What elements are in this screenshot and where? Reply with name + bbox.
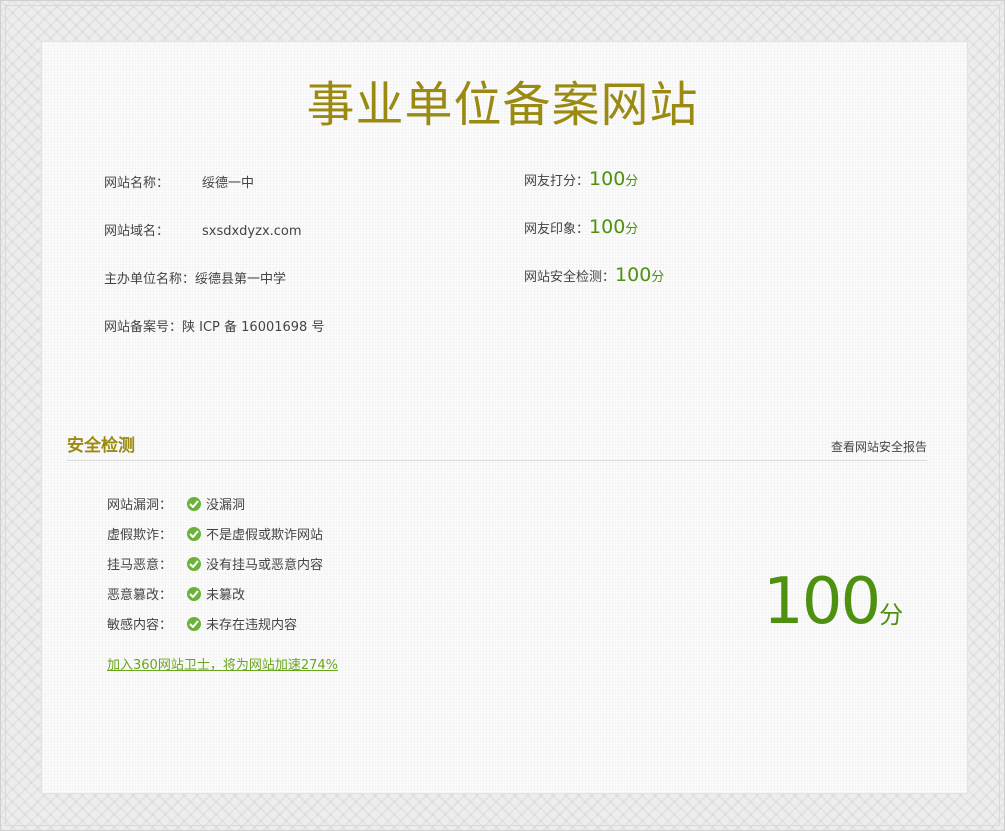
organizer-label: 主办单位名称： bbox=[104, 272, 196, 287]
user-impression-value: 100 bbox=[589, 216, 626, 238]
check-label: 网站漏洞： bbox=[107, 498, 173, 513]
check-value: 没有挂马或恶意内容 bbox=[206, 558, 324, 573]
user-rating-label: 网友打分： bbox=[524, 174, 590, 189]
total-score-value: 100 bbox=[763, 565, 881, 639]
security-check-label: 网站安全检测： bbox=[524, 270, 616, 285]
check-vulnerability-row: 网站漏洞： 没漏洞 bbox=[107, 493, 323, 523]
total-score: 100分 bbox=[763, 562, 903, 642]
check-circle-icon bbox=[187, 587, 201, 601]
security-check-row: 网站安全检测：100分 bbox=[524, 262, 664, 308]
site-domain-label: 网站域名： bbox=[104, 224, 170, 239]
security-check-unit: 分 bbox=[651, 270, 665, 285]
site-domain-value: sxsdxdyzx.com bbox=[202, 224, 302, 239]
certificate-panel bbox=[41, 41, 968, 794]
security-section-title: 安全检测 bbox=[67, 436, 135, 456]
security-check-list: 网站漏洞： 没漏洞 虚假欺诈： 不是虚假或欺诈网站 挂马恶意： 没有挂马或恶意内容 恶… bbox=[107, 493, 323, 643]
site-name-label: 网站名称： bbox=[104, 176, 170, 191]
site-domain-row: 网站域名： sxsdxdyzx.com bbox=[104, 220, 324, 268]
user-rating-value: 100 bbox=[589, 168, 626, 190]
check-malware-row: 挂马恶意： 没有挂马或恶意内容 bbox=[107, 553, 323, 583]
site-name-value: 绥德一中 bbox=[202, 176, 255, 191]
check-fraud-row: 虚假欺诈： 不是虚假或欺诈网站 bbox=[107, 523, 323, 553]
organizer-row: 主办单位名称：绥德县第一中学 bbox=[104, 268, 324, 316]
check-value: 没漏洞 bbox=[206, 498, 246, 513]
site-name-row: 网站名称： 绥德一中 bbox=[104, 172, 324, 220]
check-circle-icon bbox=[187, 557, 201, 571]
icp-value: 陕 ICP 备 16001698 号 bbox=[182, 320, 325, 335]
check-circle-icon bbox=[187, 617, 201, 631]
security-section-header: 安全检测 查看网站安全报告 bbox=[67, 434, 927, 461]
user-impression-label: 网友印象： bbox=[524, 222, 590, 237]
total-score-unit: 分 bbox=[879, 601, 904, 629]
site-info-list: 网站名称： 绥德一中 网站域名： sxsdxdyzx.com 主办单位名称：绥德县第… bbox=[104, 172, 324, 364]
icp-row: 网站备案号：陕 ICP 备 16001698 号 bbox=[104, 316, 324, 364]
check-sensitive-row: 敏感内容： 未存在违规内容 bbox=[107, 613, 323, 643]
check-label: 虚假欺诈： bbox=[107, 528, 173, 543]
user-rating-unit: 分 bbox=[625, 174, 639, 189]
join-360-link[interactable]: 加入360网站卫士，将为网站加速274% bbox=[107, 656, 338, 676]
check-circle-icon bbox=[187, 497, 201, 511]
view-security-report-link[interactable]: 查看网站安全报告 bbox=[831, 438, 927, 456]
score-list: 网友打分：100分 网友印象：100分 网站安全检测：100分 bbox=[524, 166, 664, 308]
check-label: 敏感内容： bbox=[107, 618, 173, 633]
check-value: 不是虚假或欺诈网站 bbox=[206, 528, 324, 543]
user-rating-row: 网友打分：100分 bbox=[524, 166, 664, 214]
page-title: 事业单位备案网站 bbox=[306, 77, 699, 133]
icp-label: 网站备案号： bbox=[104, 320, 183, 335]
check-circle-icon bbox=[187, 527, 201, 541]
check-value: 未篡改 bbox=[206, 588, 246, 603]
security-check-value: 100 bbox=[615, 264, 652, 286]
check-label: 恶意篡改： bbox=[107, 588, 173, 603]
check-tamper-row: 恶意篡改： 未篡改 bbox=[107, 583, 323, 613]
check-label: 挂马恶意： bbox=[107, 558, 173, 573]
organizer-value: 绥德县第一中学 bbox=[195, 272, 287, 287]
user-impression-row: 网友印象：100分 bbox=[524, 214, 664, 262]
user-impression-unit: 分 bbox=[625, 222, 639, 237]
check-value: 未存在违规内容 bbox=[206, 618, 298, 633]
